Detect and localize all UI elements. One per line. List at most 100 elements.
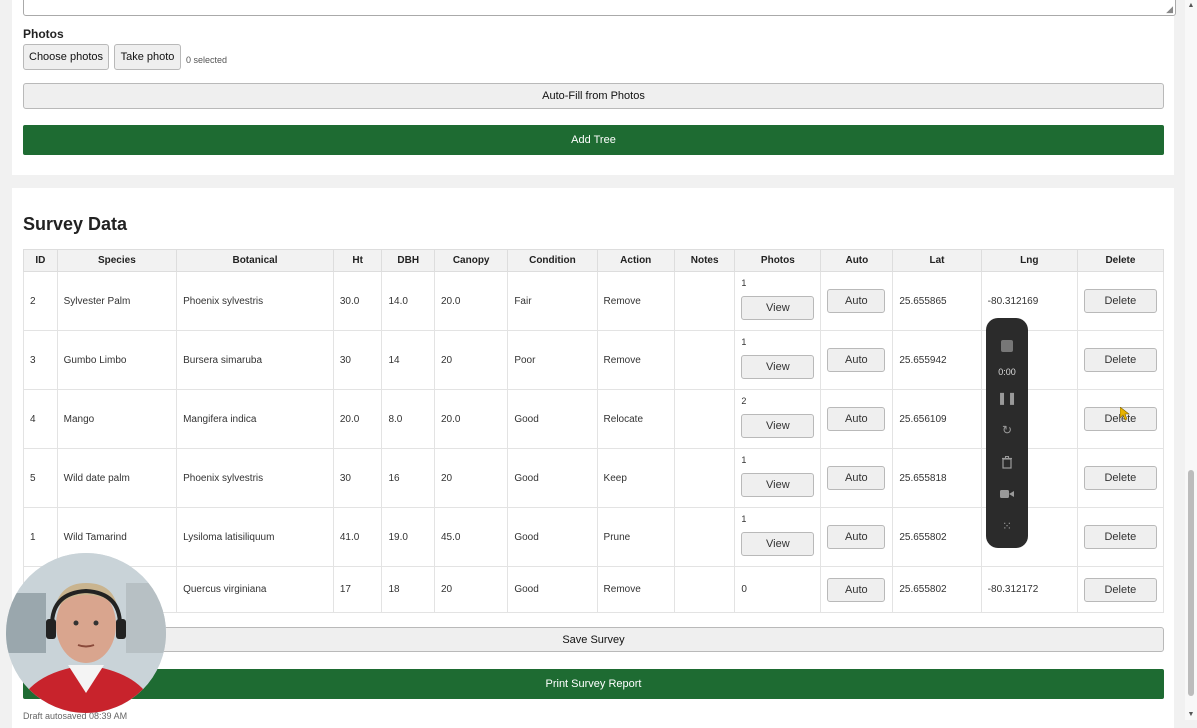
cell-notes [673,448,736,508]
cell-delete: Delete [1076,507,1165,567]
survey-data-heading: Survey Data [23,214,128,234]
cell-canopy: 20.0 [433,389,509,449]
auto-button[interactable]: Auto [827,348,886,372]
view-photos-button[interactable]: View [741,296,815,320]
cell-dbh: 16 [381,448,435,508]
auto-button[interactable]: Auto [827,525,886,549]
cell-action: Remove [596,330,675,390]
cell-auto: Auto [820,389,894,449]
cell-action: Relocate [596,389,675,449]
cell-photos: 1 View [734,507,822,567]
cell-species: Wild date palm [56,448,178,508]
col-botanical: Botanical [176,249,334,272]
col-auto: Auto [820,249,894,272]
person-avatar-icon [6,553,166,713]
cell-delete: Delete [1076,330,1165,390]
col-ht: Ht [332,249,383,272]
mouse-cursor-icon [1120,407,1130,421]
resize-handle-icon[interactable]: ◢ [1166,5,1173,14]
cell-dbh: 14.0 [381,271,435,331]
cell-condition: Good [507,566,598,613]
cell-lat: 25.655802 [892,566,982,613]
photos-label: Photos [23,27,64,41]
col-canopy: Canopy [433,249,509,272]
cell-ht: 30.0 [332,271,383,331]
page-scrollbar[interactable]: ▲ ▼ [1185,0,1197,720]
notes-textarea[interactable]: ◢ [23,0,1176,16]
cell-condition: Poor [507,330,598,390]
save-survey-button[interactable]: Save Survey [23,627,1164,652]
cell-condition: Good [507,448,598,508]
auto-button[interactable]: Auto [827,289,886,313]
cell-dbh: 14 [381,330,435,390]
photo-count: 2 [741,396,747,406]
cell-lat: 25.655818 [892,448,982,508]
delete-row-button[interactable]: Delete [1083,577,1157,602]
photo-count: 1 [741,455,747,465]
scroll-down-icon[interactable]: ▼ [1187,711,1195,718]
table-header-row: ID Species Botanical Ht DBH Canopy Condi… [23,249,1165,272]
cell-delete: Delete [1076,448,1165,508]
trash-icon[interactable] [986,446,1028,478]
cell-botanical: Mangifera indica [176,389,334,449]
screen-recorder-toolbar: 0:00 ❚❚ ↻ ⁙ [986,318,1028,548]
cell-species: Sylvester Palm [56,271,178,331]
scroll-up-icon[interactable]: ▲ [1187,2,1195,9]
delete-row-button[interactable]: Delete [1083,525,1157,549]
cell-botanical: Phoenix sylvestris [176,271,334,331]
col-action: Action [596,249,675,272]
cell-lat: 25.655802 [892,507,982,567]
choose-photos-button[interactable]: Choose photos [23,44,109,70]
cell-id: 4 [23,389,58,449]
photo-count: 1 [741,278,747,288]
cell-auto: Auto [820,330,894,390]
cell-dbh: 8.0 [381,389,435,449]
auto-button[interactable]: Auto [827,577,886,602]
delete-row-button[interactable]: Delete [1083,289,1157,313]
cell-lat: 25.655865 [892,271,982,331]
delete-row-button[interactable]: Delete [1083,466,1157,490]
cell-condition: Fair [507,271,598,331]
autofill-from-photos-button[interactable]: Auto-Fill from Photos [23,83,1164,109]
cell-notes [673,507,736,567]
cell-photos: 0 [734,566,822,613]
print-survey-report-button[interactable]: Print Survey Report [23,669,1164,699]
col-lng: Lng [980,249,1078,272]
scroll-thumb[interactable] [1188,470,1194,696]
auto-button[interactable]: Auto [827,466,886,490]
grid-drag-icon[interactable]: ⁙ [986,510,1028,542]
view-photos-button[interactable]: View [741,473,815,497]
cell-auto: Auto [820,507,894,567]
cell-id: 2 [23,271,58,331]
view-photos-button[interactable]: View [741,532,815,556]
pause-icon[interactable]: ❚❚ [986,382,1028,414]
cell-notes [673,566,736,613]
cell-condition: Good [507,507,598,567]
cell-lng: -80.312172 [980,566,1078,613]
stop-recording-icon[interactable] [986,330,1028,362]
cell-botanical: Phoenix sylvestris [176,448,334,508]
recording-timer: 0:00 [998,367,1016,377]
cell-notes [673,389,736,449]
cell-canopy: 20.0 [433,271,509,331]
photo-count: 1 [741,514,747,524]
camera-icon[interactable] [986,478,1028,510]
cell-id: 1 [23,507,58,567]
cell-auto: Auto [820,448,894,508]
cell-lat: 25.656109 [892,389,982,449]
cell-lat: 25.655942 [892,330,982,390]
auto-button[interactable]: Auto [827,407,886,431]
add-tree-button[interactable]: Add Tree [23,125,1164,155]
cell-condition: Good [507,389,598,449]
cell-canopy: 20 [433,330,509,390]
cell-photos: 2 View [734,389,822,449]
view-photos-button[interactable]: View [741,355,815,379]
view-photos-button[interactable]: View [741,414,815,438]
table-row: Quercus virginiana 17 18 20 Good Remove 0 Auto 2… [23,566,1165,613]
photo-count: 0 [741,584,747,595]
restart-icon[interactable]: ↻ [986,414,1028,446]
cell-action: Remove [596,271,675,331]
delete-row-button[interactable]: Delete [1083,348,1157,372]
cell-canopy: 20 [433,566,509,613]
take-photo-button[interactable]: Take photo [114,44,181,70]
